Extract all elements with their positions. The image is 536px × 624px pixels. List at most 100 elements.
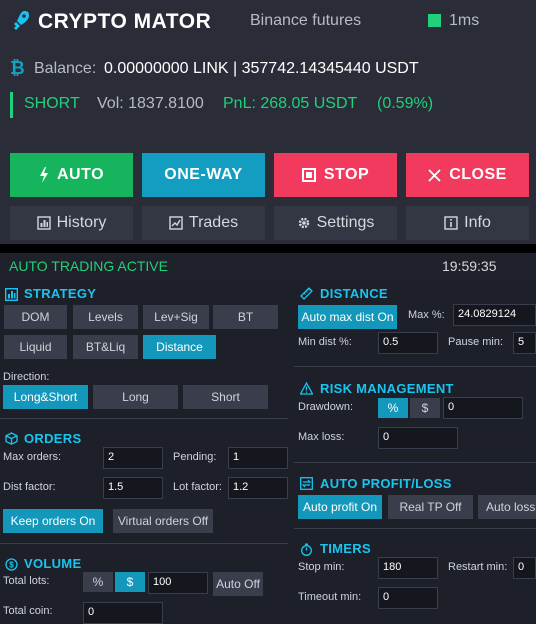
gear-icon [298,217,309,229]
close-icon [428,168,441,182]
lightning-icon [39,167,48,183]
close-button-label: CLOSE [449,166,507,183]
auto-button[interactable]: AUTO [10,153,133,197]
max-loss-input[interactable]: 0 [378,427,458,449]
volume-percent-button[interactable]: % [83,572,113,592]
logo-row: CRYPTO MATOR Binance futures 1ms [10,8,526,38]
real-tp-button[interactable]: Real TP Off [388,495,473,519]
distance-title: DISTANCE [320,286,388,301]
bar-chart-icon [36,216,51,230]
close-button[interactable]: CLOSE [406,153,529,197]
stopwatch-icon [301,543,312,556]
drawdown-usd-button[interactable]: $ [410,398,440,418]
lot-factor-label: Lot factor: [173,481,222,493]
stop-button[interactable]: STOP [274,153,397,197]
max-orders-input[interactable]: 2 [103,447,163,469]
tab-trades[interactable]: Trades [142,206,265,240]
connection-status-icon [428,14,441,27]
keep-orders-button[interactable]: Keep orders On [3,509,103,533]
settings-panel: STRATEGY DOM Levels Lev+Sig BT Liquid BT… [0,279,536,624]
strategy-dom-button[interactable]: DOM [4,305,67,329]
max-pct-input[interactable]: 24.0829124 [453,304,536,326]
min-dist-input[interactable]: 0.5 [378,332,438,354]
strategy-btliq-button[interactable]: BT&Liq [73,335,138,359]
tab-trades-label: Trades [188,214,239,231]
stop-min-label: Stop min: [298,561,345,573]
tab-settings-label: Settings [316,214,375,231]
stop-button-label: STOP [323,166,370,183]
pending-input[interactable]: 1 [228,447,288,469]
exchange-name: Binance futures [250,12,362,29]
info-icon [444,216,458,230]
total-coin-label: Total coin: [3,605,53,617]
volume-auto-button[interactable]: Auto Off [213,572,263,596]
auto-button-label: AUTO [56,166,105,183]
tab-info[interactable]: Info [406,206,529,240]
warning-icon [300,382,313,395]
total-lots-input[interactable]: 100 [148,572,208,594]
exchange-icon [300,477,313,490]
strategy-levels-button[interactable]: Levels [73,305,138,329]
status-bar: AUTO TRADING ACTIVE 19:59:35 [0,253,536,279]
timers-title: TIMERS [320,541,371,556]
strategy-liquid-button[interactable]: Liquid [4,335,67,359]
balance-label: Balance: [34,60,97,77]
stop-min-input[interactable]: 180 [378,557,438,579]
total-coin-input[interactable]: 0 [83,602,163,624]
auto-max-dist-button[interactable]: Auto max dist On [298,305,397,329]
restart-min-label: Restart min: [448,561,508,573]
drawdown-input[interactable]: 0 [443,397,523,419]
dist-factor-label: Dist factor: [3,481,56,493]
pause-min-label: Pause min: [448,336,504,348]
dist-factor-input[interactable]: 1.5 [103,477,163,499]
position-pnl: PnL: 268.05 USDT [223,95,358,112]
timeout-min-input[interactable]: 0 [378,587,438,609]
orders-title: ORDERS [24,431,82,446]
total-lots-label: Total lots: [3,575,50,587]
bar-chart-icon [5,288,18,301]
direction-short-button[interactable]: Short [183,385,268,409]
header: CRYPTO MATOR Binance futures 1ms ₿ Balan… [0,0,536,244]
position-pnl-percent: (0.59%) [377,95,434,112]
auto-loss-button[interactable]: Auto loss [478,495,536,519]
tab-settings[interactable]: Settings [274,206,397,240]
status-text: AUTO TRADING ACTIVE [9,258,168,274]
divider [294,528,536,529]
ruler-icon [300,287,313,300]
volume-title: VOLUME [24,556,82,571]
max-loss-label: Max loss: [298,431,345,443]
one-way-button[interactable]: ONE-WAY [142,153,265,197]
rocket-icon [14,11,29,30]
timeout-min-label: Timeout min: [298,591,362,603]
direction-long-button[interactable]: Long [93,385,178,409]
drawdown-percent-button[interactable]: % [378,398,408,418]
line-chart-icon [169,216,183,230]
direction-label: Direction: [3,371,50,383]
min-dist-label: Min dist %: [298,336,352,348]
auto-pl-title: AUTO PROFIT/LOSS [320,476,452,491]
tab-info-label: Info [464,214,491,231]
ping-value: 1ms [449,12,480,29]
max-pct-label: Max %: [408,309,445,321]
tab-history-label: History [56,214,107,231]
divider [0,543,288,544]
pause-min-input[interactable]: 5 [513,332,536,354]
tab-history[interactable]: History [10,206,133,240]
one-way-button-label: ONE-WAY [164,166,243,183]
strategy-distance-button[interactable]: Distance [143,335,216,359]
direction-long-short-button[interactable]: Long&Short [3,385,88,409]
max-orders-label: Max orders: [3,451,62,463]
cube-icon [5,432,18,445]
virtual-orders-button[interactable]: Virtual orders Off [113,509,213,533]
strategy-bt-button[interactable]: BT [213,305,278,329]
lot-factor-input[interactable]: 1.2 [228,477,288,499]
divider [294,366,536,367]
volume-usd-button[interactable]: $ [115,572,145,592]
strategy-levsig-button[interactable]: Lev+Sig [143,305,209,329]
drawdown-label: Drawdown: [298,401,354,413]
balance-value: 0.00000000 LINK | 357742.14345440 USDT [104,60,419,77]
restart-min-input[interactable]: 0 [513,557,536,579]
coins-icon: $ [5,558,18,571]
auto-profit-button[interactable]: Auto profit On [298,495,382,519]
brand-title: CRYPTO MATOR [38,10,212,33]
